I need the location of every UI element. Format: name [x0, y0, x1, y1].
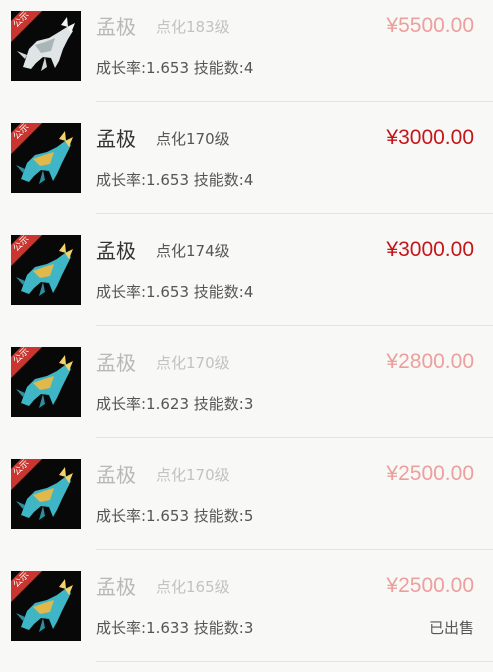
pet-level: 点化183级	[156, 18, 230, 36]
pet-stats: 成长率:1.623 技能数:3	[96, 395, 254, 413]
pet-stats: 成长率:1.653 技能数:4	[96, 171, 254, 189]
pet-stats: 成长率:1.633 技能数:3	[96, 619, 254, 637]
divider	[96, 101, 493, 102]
pet-name: 孟极	[96, 239, 136, 263]
listing-item[interactable]: 公示 孟极 点化170级 ¥2800.00 成长率:1.623 技能数:3	[0, 336, 493, 448]
price: ¥2500.00	[386, 462, 474, 485]
pet-name: 孟极	[96, 15, 136, 39]
pet-thumbnail: 公示	[11, 347, 81, 417]
price: ¥5500.00	[386, 14, 474, 37]
listing-item[interactable]: 公示 孟极 点化170级 ¥3000.00 成长率:1.653 技能数:4	[0, 112, 493, 224]
pet-thumbnail: 公示	[11, 11, 81, 81]
divider	[96, 213, 493, 214]
price: ¥2500.00	[386, 574, 474, 597]
pet-level: 点化170级	[156, 130, 230, 148]
divider	[96, 325, 493, 326]
listing-item[interactable]: 公示 孟极 点化165级 ¥2500.00 成长率:1.633 技能数:3 已出…	[0, 560, 493, 672]
pet-thumbnail: 公示	[11, 571, 81, 641]
sold-status: 已出售	[428, 619, 474, 637]
pet-name: 孟极	[96, 575, 136, 599]
price: ¥3000.00	[386, 238, 474, 261]
pet-level: 点化170级	[156, 466, 230, 484]
listing-item[interactable]: 公示 孟极 点化183级 ¥5500.00 成长率:1.653 技能数:4	[0, 0, 493, 112]
pet-thumbnail: 公示	[11, 459, 81, 529]
divider	[96, 661, 493, 662]
divider	[96, 437, 493, 438]
listing-item[interactable]: 公示 孟极 点化174级 ¥3000.00 成长率:1.653 技能数:4	[0, 224, 493, 336]
price: ¥2800.00	[386, 350, 474, 373]
pet-listing: 公示 孟极 点化183级 ¥5500.00 成长率:1.653 技能数:4 公示…	[0, 0, 493, 665]
pet-thumbnail: 公示	[11, 235, 81, 305]
price: ¥3000.00	[386, 126, 474, 149]
listing-item[interactable]: 公示 孟极 点化170级 ¥2500.00 成长率:1.653 技能数:5	[0, 448, 493, 560]
pet-level: 点化165级	[156, 578, 230, 596]
pet-name: 孟极	[96, 127, 136, 151]
pet-name: 孟极	[96, 463, 136, 487]
pet-stats: 成长率:1.653 技能数:4	[96, 283, 254, 301]
pet-level: 点化174级	[156, 242, 230, 260]
pet-name: 孟极	[96, 351, 136, 375]
pet-stats: 成长率:1.653 技能数:4	[96, 59, 254, 77]
pet-thumbnail: 公示	[11, 123, 81, 193]
divider	[96, 549, 493, 550]
pet-level: 点化170级	[156, 354, 230, 372]
pet-stats: 成长率:1.653 技能数:5	[96, 507, 254, 525]
